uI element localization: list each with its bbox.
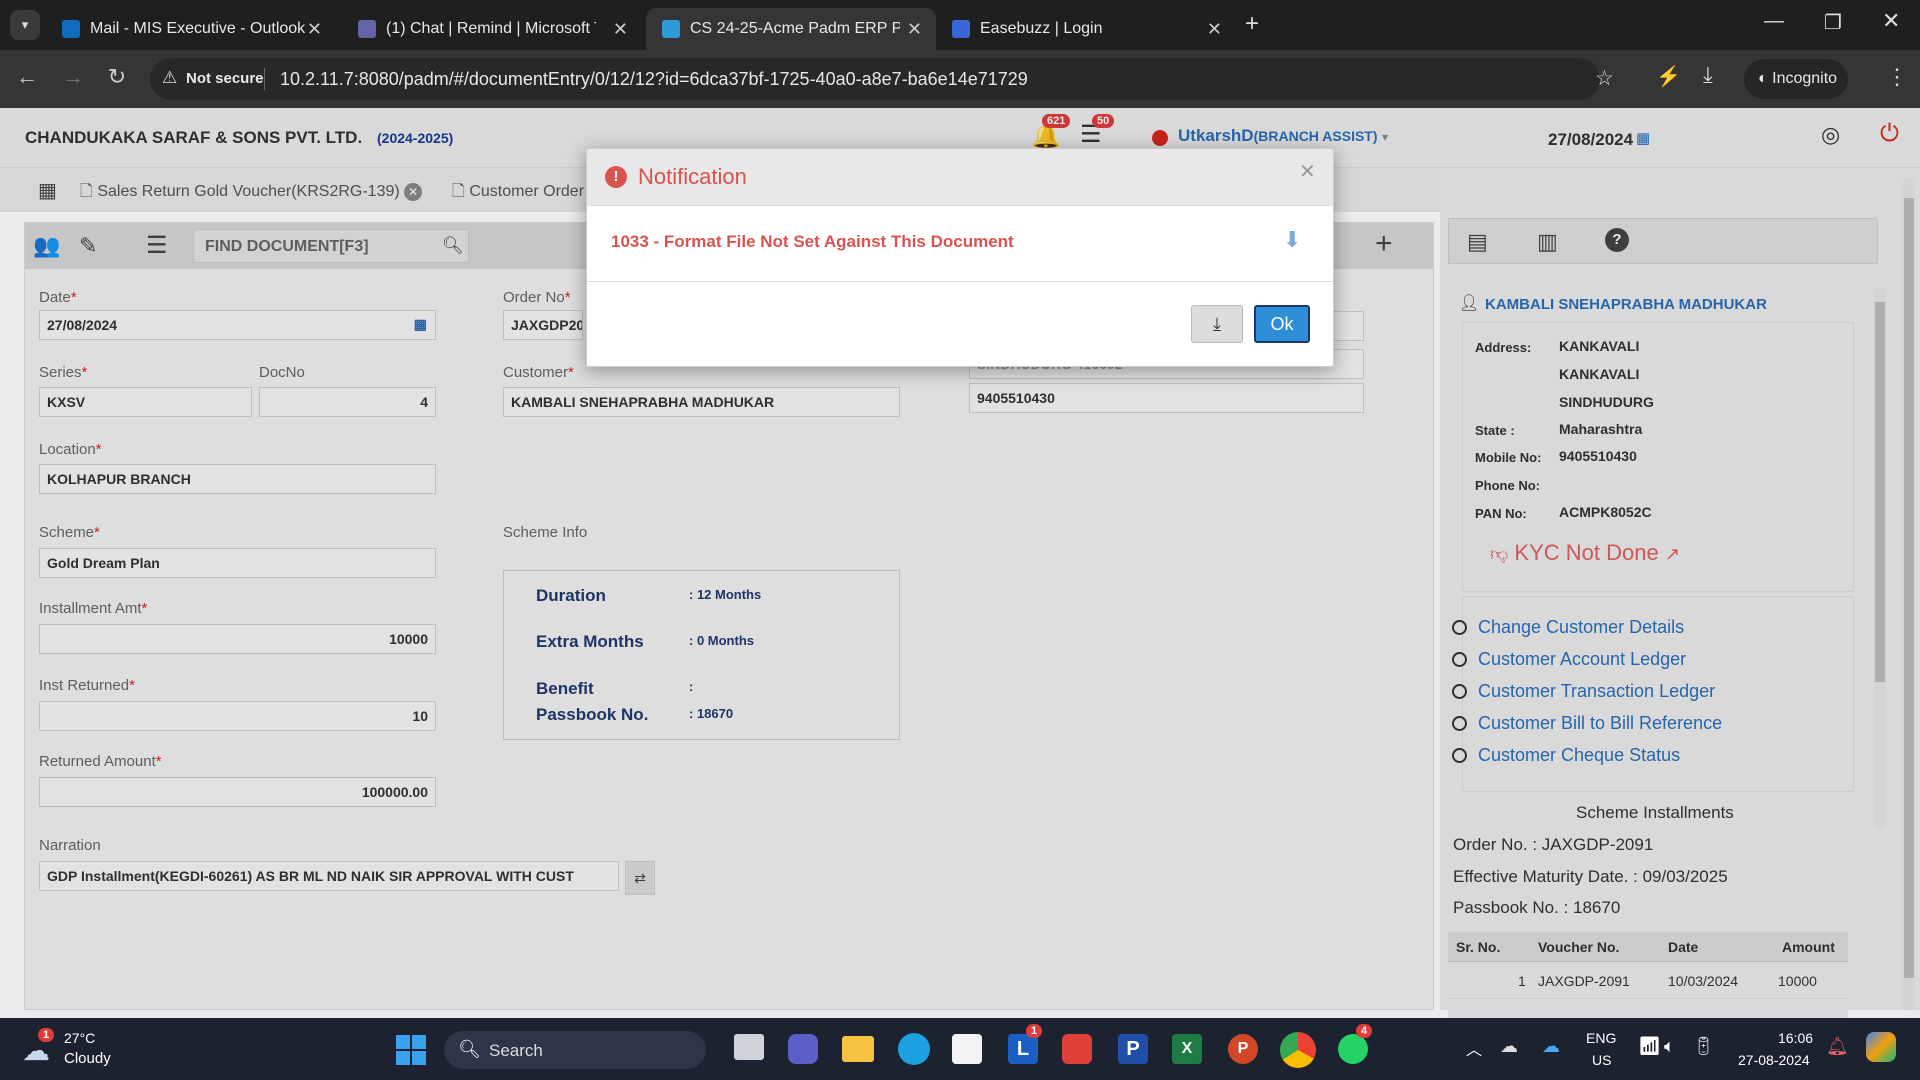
incognito-badge[interactable]: ◐ Incognito xyxy=(1744,59,1848,99)
taskbar-search[interactable]: 🔍︎ Search xyxy=(444,1031,706,1069)
browser-tab-teams[interactable]: (1) Chat | Remind | Microsoft Te ✕ xyxy=(342,8,642,50)
task-view-icon[interactable] xyxy=(734,1034,764,1060)
weather-badge: 1 xyxy=(38,1028,55,1042)
dialog-close-icon[interactable]: ✕ xyxy=(1299,159,1316,184)
weather-desc: Cloudy xyxy=(64,1050,111,1067)
weather-temp: 27°C xyxy=(64,1030,96,1046)
dialog-title: Notification xyxy=(638,164,747,189)
lync-icon[interactable]: L xyxy=(1008,1034,1038,1064)
notification-dialog: ! Notification ✕ 1033 - Format File Not … xyxy=(586,148,1334,367)
meet-icon[interactable] xyxy=(788,1034,818,1064)
back-icon[interactable]: ← xyxy=(12,64,42,90)
incognito-label: Incognito xyxy=(1772,70,1838,87)
tab-title: Easebuzz | Login xyxy=(980,20,1103,37)
browser-tab-erp[interactable]: CS 24-25-Acme Padm ERP Platf ✕ xyxy=(646,8,936,50)
cloud-sync-icon[interactable]: ☁ xyxy=(1542,1036,1560,1057)
clock-date[interactable]: 27-08-2024 xyxy=(1738,1052,1810,1068)
teams-icon xyxy=(358,20,376,38)
whatsapp-icon[interactable] xyxy=(1338,1034,1368,1064)
close-icon[interactable]: ✕ xyxy=(907,19,922,40)
close-icon[interactable]: ✕ xyxy=(613,19,628,40)
search-icon: 🔍︎ xyxy=(458,1039,481,1059)
warning-icon: ⚠ xyxy=(162,68,178,87)
lang-line2[interactable]: US xyxy=(1592,1052,1611,1068)
browser-tab-strip: ▾ Mail - MIS Executive - Outlook ✕ (1) C… xyxy=(0,0,1920,50)
browser-tab-outlook[interactable]: Mail - MIS Executive - Outlook ✕ xyxy=(46,8,336,50)
address-bar: ← → ↻ ⚠ Not secure 10.2.11.7:8080/padm/#… xyxy=(0,50,1920,108)
lync-badge: 1 xyxy=(1026,1024,1043,1038)
clock-time[interactable]: 16:06 xyxy=(1778,1030,1813,1046)
dialog-message: 1033 - Format File Not Set Against This … xyxy=(611,232,1014,251)
download-button[interactable]: ⤓ xyxy=(1191,305,1243,343)
reload-icon[interactable]: ↻ xyxy=(102,64,132,90)
p-app-icon[interactable]: P xyxy=(1118,1034,1148,1064)
wifi-icon[interactable]: 📶︎ xyxy=(1638,1036,1661,1057)
notification-bell-icon[interactable]: 🔔︎ xyxy=(1826,1036,1849,1057)
incognito-icon: ◐ xyxy=(1758,70,1768,87)
close-icon[interactable]: ✕ xyxy=(1207,19,1222,40)
erp-icon xyxy=(662,20,680,38)
tab-title: CS 24-25-Acme Padm ERP Platf xyxy=(690,20,900,37)
arrow-down-icon[interactable]: ⬇ xyxy=(1283,227,1301,253)
close-window-button[interactable]: ✕ xyxy=(1882,8,1900,34)
alert-circle-icon: ! xyxy=(605,166,627,188)
download-icon[interactable]: ⤓ xyxy=(1703,62,1713,88)
windows-start-icon[interactable] xyxy=(396,1035,426,1065)
volume-icon[interactable]: 🔈︎ xyxy=(1664,1036,1675,1057)
tab-search-button[interactable]: ▾ xyxy=(10,10,40,40)
edge-icon[interactable] xyxy=(898,1033,930,1065)
easebuzz-icon xyxy=(952,20,970,38)
restore-button[interactable]: ❐ xyxy=(1824,10,1842,35)
tab-title: (1) Chat | Remind | Microsoft Te xyxy=(386,20,596,37)
taskbar-search-label: Search xyxy=(489,1041,543,1060)
windows-taskbar: ☁ 1 27°C Cloudy 🔍︎ Search L 1 P X P 4 ︿ … xyxy=(0,1018,1920,1080)
close-icon[interactable]: ✕ xyxy=(307,19,322,40)
powerpoint-icon[interactable]: P xyxy=(1228,1034,1258,1064)
battery-icon[interactable]: 🔋︎ xyxy=(1692,1036,1715,1057)
minimize-button[interactable]: — xyxy=(1764,10,1784,33)
whatsapp-badge: 4 xyxy=(1356,1024,1373,1038)
lang-line1[interactable]: ENG xyxy=(1586,1030,1616,1046)
url-text: 10.2.11.7:8080/padm/#/documentEntry/0/12… xyxy=(280,69,1028,89)
menu-kebab-icon[interactable]: ⋮ xyxy=(1886,64,1908,90)
new-tab-button[interactable]: + xyxy=(1245,10,1259,38)
url-omnibox[interactable]: ⚠ Not secure 10.2.11.7:8080/padm/#/docum… xyxy=(150,58,1614,100)
chevron-up-icon[interactable]: ︿ xyxy=(1466,1036,1482,1060)
chrome-icon[interactable] xyxy=(1280,1032,1316,1068)
excel-icon[interactable]: X xyxy=(1172,1034,1202,1064)
ok-label: Ok xyxy=(1270,314,1294,334)
url-divider xyxy=(264,68,265,90)
onedrive-icon[interactable]: ☁ xyxy=(1500,1036,1518,1057)
not-secure-label: Not secure xyxy=(186,70,264,87)
browser-tab-easebuzz[interactable]: Easebuzz | Login ✕ xyxy=(936,8,1236,50)
dialog-divider xyxy=(587,281,1333,282)
extensions-icon[interactable]: ⚡ xyxy=(1656,64,1681,89)
bookmark-star-icon[interactable]: ☆ xyxy=(1595,66,1614,91)
dialog-header: ! Notification ✕ xyxy=(587,149,1333,206)
outlook-icon xyxy=(62,20,80,38)
ok-button[interactable]: Ok xyxy=(1254,305,1310,343)
wps-icon[interactable] xyxy=(1062,1034,1092,1064)
store-icon[interactable] xyxy=(952,1034,982,1064)
tab-title: Mail - MIS Executive - Outlook xyxy=(90,20,306,37)
file-explorer-icon[interactable] xyxy=(842,1036,874,1062)
copilot-icon[interactable] xyxy=(1866,1032,1896,1062)
forward-icon[interactable]: → xyxy=(58,64,88,90)
